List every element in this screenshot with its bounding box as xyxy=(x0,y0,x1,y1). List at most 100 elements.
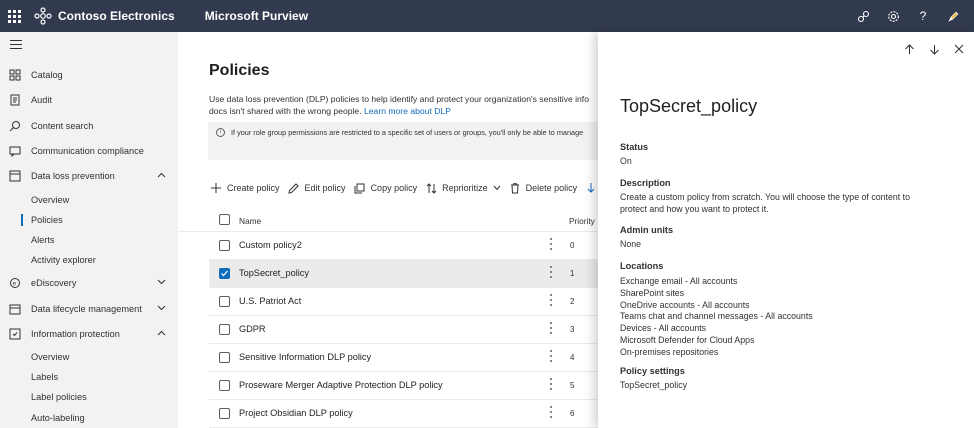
policy-name[interactable]: Proseware Merger Adaptive Protection DLP… xyxy=(239,380,443,390)
table-row[interactable]: Proseware Merger Adaptive Protection DLP… xyxy=(209,372,598,400)
reprioritize-label: Reprioritize xyxy=(442,183,488,193)
delete-policy-button[interactable]: Delete policy xyxy=(509,182,577,194)
more-options-icon[interactable] xyxy=(550,238,553,250)
nav-item-label: Catalog xyxy=(31,70,63,80)
nav-item-catalog[interactable]: Catalog xyxy=(0,65,178,85)
nav-item-label: Data loss prevention xyxy=(31,171,115,181)
more-options-icon[interactable] xyxy=(550,322,553,334)
nav-sub-ip-overview[interactable]: Overview xyxy=(31,348,171,366)
policy-name[interactable]: TopSecret_policy xyxy=(239,268,309,278)
nav-item-data-loss-prevention[interactable]: Data loss prevention xyxy=(0,166,178,186)
more-options-icon[interactable] xyxy=(550,406,553,418)
admin-units-label: Admin units xyxy=(620,225,674,235)
more-options-icon[interactable] xyxy=(550,378,553,390)
app-launcher-icon[interactable] xyxy=(0,0,28,32)
nav-item-information-protection[interactable]: Information protection xyxy=(0,324,178,344)
info-icon: i xyxy=(216,128,225,137)
nav-item-communication-compliance[interactable]: Communication compliance xyxy=(0,141,178,161)
row-checkbox[interactable] xyxy=(219,268,230,279)
nav-sub-dlp-overview[interactable]: Overview xyxy=(31,191,171,209)
table-row[interactable]: GDPR 3 xyxy=(209,316,598,344)
table-header: Name Priority xyxy=(178,208,598,232)
nav-sub-dlp-alerts[interactable]: Alerts xyxy=(31,231,171,249)
arrow-down-icon[interactable] xyxy=(926,41,942,57)
reprioritize-button[interactable]: Reprioritize xyxy=(425,182,501,194)
more-options-icon[interactable] xyxy=(550,350,553,362)
policy-name[interactable]: GDPR xyxy=(239,324,266,334)
policy-priority: 2 xyxy=(570,297,575,306)
app-name[interactable]: Microsoft Purview xyxy=(205,9,308,23)
create-policy-button[interactable]: Create policy xyxy=(210,182,280,194)
hamburger-menu-icon[interactable] xyxy=(10,40,22,50)
nav-sub-ip-label-policies[interactable]: Label policies xyxy=(31,388,171,406)
location-item: Microsoft Defender for Cloud Apps xyxy=(620,334,755,345)
column-header-name[interactable]: Name xyxy=(239,216,261,226)
info-message-bar: i If your role group permissions are res… xyxy=(208,122,598,160)
column-header-priority[interactable]: Priority xyxy=(569,216,595,226)
plus-icon xyxy=(210,182,222,194)
row-checkbox[interactable] xyxy=(219,324,230,335)
copy-policy-button[interactable]: Copy policy xyxy=(354,182,418,194)
nav-sub-dlp-policies[interactable]: Policies xyxy=(21,211,171,229)
admin-units-value: None xyxy=(620,239,642,249)
nav-sub-dlp-activity-explorer[interactable]: Activity explorer xyxy=(31,251,171,269)
contoso-logo-icon xyxy=(34,7,52,25)
table-row[interactable]: TopSecret_policy 1 xyxy=(209,260,598,288)
nav-sub-ip-auto-labeling[interactable]: Auto-labeling xyxy=(31,409,171,427)
more-options-icon[interactable] xyxy=(550,266,553,278)
row-checkbox[interactable] xyxy=(219,352,230,363)
description-line-1: Use data loss prevention (DLP) policies … xyxy=(209,94,589,104)
copy-policy-label: Copy policy xyxy=(370,183,418,193)
nav-item-label: Content search xyxy=(31,121,94,131)
page-description: Use data loss prevention (DLP) policies … xyxy=(209,94,598,117)
settings-gear-icon[interactable] xyxy=(878,0,908,32)
table-row[interactable]: Sensitive Information DLP policy 4 xyxy=(209,344,598,372)
nav-item-audit[interactable]: Audit xyxy=(0,90,178,110)
chevron-down-icon[interactable] xyxy=(157,305,166,311)
nav-item-label: eDiscovery xyxy=(31,278,77,288)
download-button[interactable] xyxy=(585,182,598,194)
lifecycle-icon xyxy=(9,303,21,315)
page-title: Policies xyxy=(209,62,270,79)
reprioritize-icon xyxy=(425,182,437,194)
select-all-checkbox[interactable] xyxy=(219,214,230,225)
nav-item-content-search[interactable]: Content search xyxy=(0,116,178,136)
more-options-icon[interactable] xyxy=(550,294,553,306)
connector-icon[interactable] xyxy=(848,0,878,32)
policy-name[interactable]: U.S. Patriot Act xyxy=(239,296,301,306)
edit-policy-label: Edit policy xyxy=(304,183,346,193)
brand[interactable]: Contoso Electronics xyxy=(34,7,175,25)
nav-item-label: Audit xyxy=(31,95,52,105)
policy-name[interactable]: Sensitive Information DLP policy xyxy=(239,352,371,362)
row-checkbox[interactable] xyxy=(219,408,230,419)
help-icon[interactable]: ? xyxy=(908,0,938,32)
learn-more-link[interactable]: Learn more about DLP xyxy=(364,106,451,116)
table-row[interactable]: U.S. Patriot Act 2 xyxy=(209,288,598,316)
location-item: Exchange email - All accounts xyxy=(620,276,738,286)
nav-item-ediscovery[interactable]: e eDiscovery xyxy=(0,273,178,293)
policy-name[interactable]: Custom policy2 xyxy=(239,240,302,250)
table-row[interactable]: Custom policy2 0 xyxy=(209,232,598,260)
protection-icon xyxy=(9,328,21,340)
row-checkbox[interactable] xyxy=(219,296,230,307)
status-label: Status xyxy=(620,142,649,152)
location-item: SharePoint sites xyxy=(620,287,685,298)
pen-icon[interactable] xyxy=(938,0,968,32)
close-icon[interactable] xyxy=(951,41,967,57)
chevron-down-icon[interactable] xyxy=(157,279,166,285)
edit-policy-button[interactable]: Edit policy xyxy=(288,182,346,194)
chevron-up-icon[interactable] xyxy=(157,330,166,336)
delete-icon xyxy=(509,182,521,194)
left-nav: Catalog Audit Content search Communicati… xyxy=(0,32,178,428)
nav-item-data-lifecycle-management[interactable]: Data lifecycle management xyxy=(0,299,178,319)
table-row[interactable]: Project Obsidian DLP policy 6 xyxy=(209,400,598,428)
arrow-up-icon[interactable] xyxy=(901,41,917,57)
policy-priority: 6 xyxy=(570,409,575,418)
policy-name[interactable]: Project Obsidian DLP policy xyxy=(239,408,353,418)
row-checkbox[interactable] xyxy=(219,380,230,391)
nav-sub-ip-labels[interactable]: Labels xyxy=(31,368,171,386)
row-checkbox[interactable] xyxy=(219,240,230,251)
policy-settings-value: TopSecret_policy xyxy=(620,380,687,390)
dlp-icon xyxy=(9,170,21,182)
chevron-up-icon[interactable] xyxy=(157,172,166,178)
